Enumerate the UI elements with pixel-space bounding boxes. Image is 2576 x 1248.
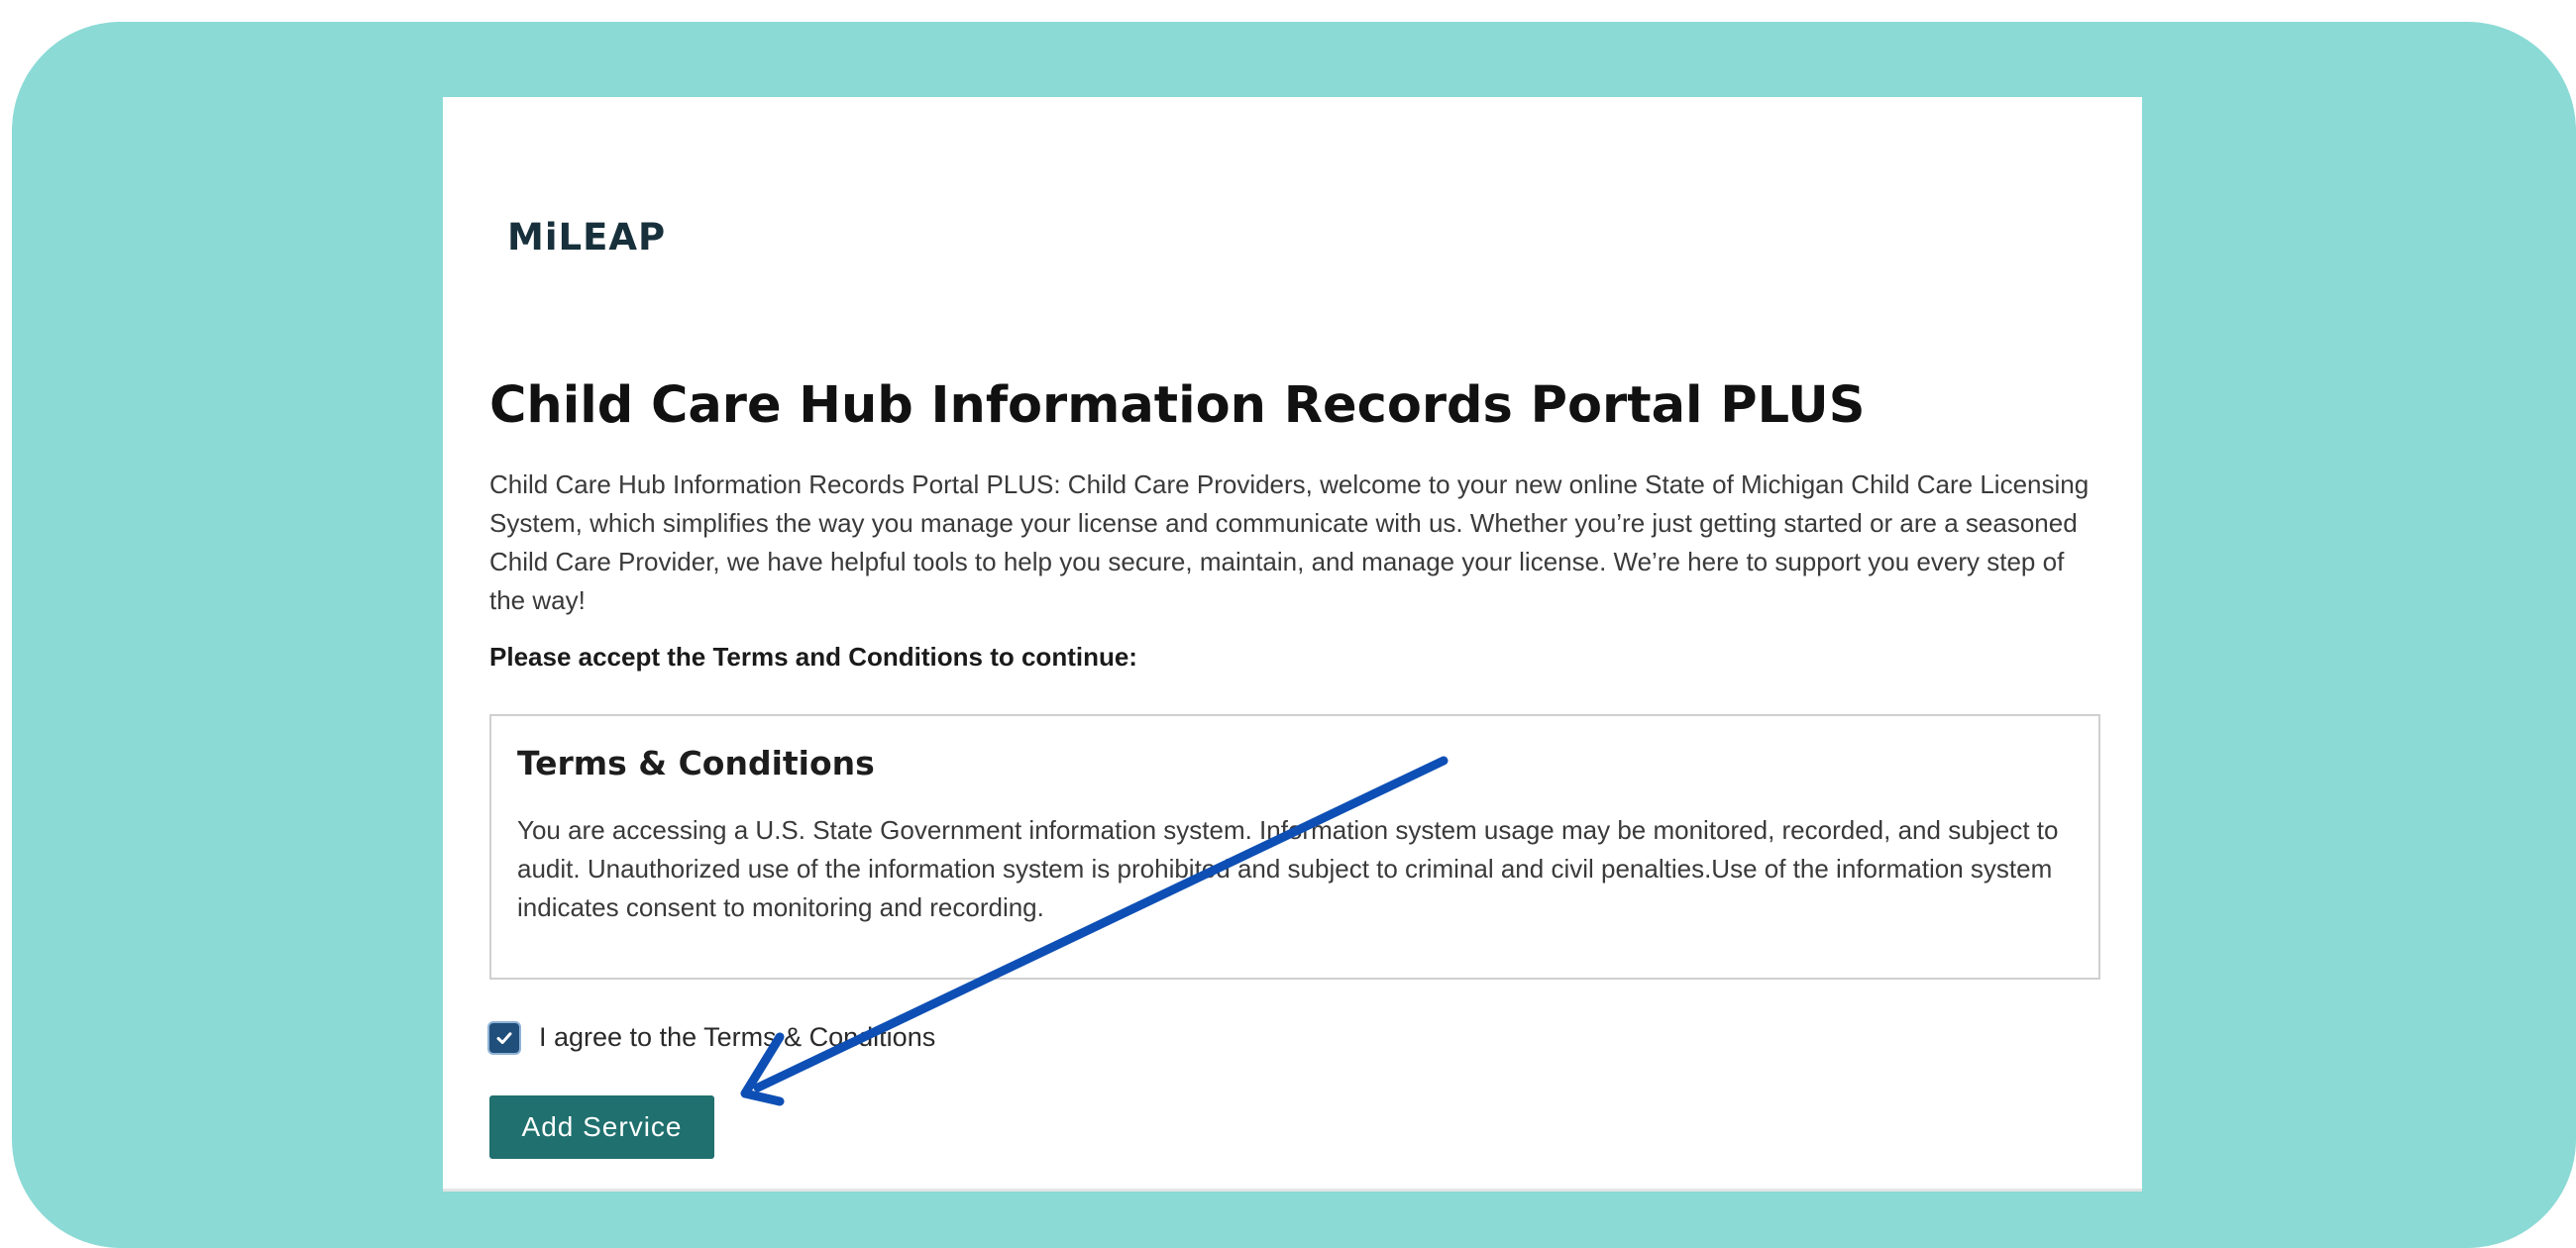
check-icon xyxy=(496,1031,512,1044)
portal-panel: MiLEAP Child Care Hub Information Record… xyxy=(443,97,2142,1192)
add-service-button[interactable]: Add Service xyxy=(489,1095,714,1159)
mileap-logo: MiLEAP xyxy=(507,216,667,259)
terms-prompt: Please accept the Terms and Conditions t… xyxy=(489,642,1137,672)
terms-title: Terms & Conditions xyxy=(517,744,875,782)
page-title: Child Care Hub Information Records Porta… xyxy=(489,376,1866,435)
agree-checkbox[interactable] xyxy=(489,1022,519,1053)
agree-label: I agree to the Terms & Conditions xyxy=(539,1022,936,1052)
panel-bottom-divider xyxy=(443,1189,2142,1192)
screenshot-frame: MiLEAP Child Care Hub Information Record… xyxy=(12,22,2576,1248)
terms-text: You are accessing a U.S. State Governmen… xyxy=(517,815,2059,922)
intro-paragraph: Child Care Hub Information Records Porta… xyxy=(489,469,2090,615)
terms-box: Terms & Conditions You are accessing a U… xyxy=(489,714,2100,980)
agree-checkbox-row[interactable]: I agree to the Terms & Conditions xyxy=(489,1022,935,1053)
